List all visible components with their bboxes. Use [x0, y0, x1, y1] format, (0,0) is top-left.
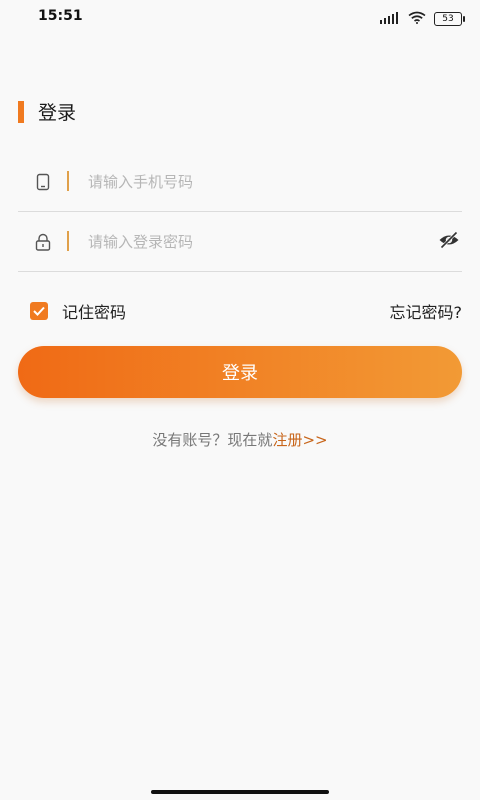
title-accent-bar — [18, 100, 24, 123]
phone-icon — [34, 173, 52, 191]
phone-input[interactable] — [86, 165, 420, 199]
password-field — [18, 211, 462, 272]
login-button[interactable]: 登录 — [18, 346, 462, 398]
home-indicator — [151, 790, 329, 794]
password-input[interactable] — [86, 225, 420, 259]
eye-off-icon[interactable] — [438, 231, 460, 249]
status-bar: 15:51 53 — [0, 0, 480, 34]
forgot-password-link[interactable]: 忘记密码? — [390, 299, 463, 323]
remember-checkbox[interactable] — [30, 302, 48, 320]
page-header: 登录 — [18, 98, 76, 125]
register-prompt-text: 没有账号？现在就 — [152, 431, 273, 449]
status-time: 15:51 — [38, 8, 83, 24]
check-icon — [33, 306, 45, 316]
page-title: 登录 — [38, 102, 77, 124]
battery-icon: 53 — [434, 11, 465, 26]
phone-field — [18, 151, 462, 212]
wifi-icon — [408, 9, 426, 28]
register-link[interactable]: 注册>> — [272, 431, 327, 449]
status-icons: 53 — [380, 9, 465, 28]
phone-field-separator — [67, 171, 69, 191]
remember-label: 记住密码 — [62, 303, 127, 322]
lock-icon — [34, 233, 52, 251]
signal-icon — [380, 9, 400, 28]
remember-password-toggle[interactable]: 记住密码 — [30, 299, 126, 323]
password-field-separator — [67, 231, 69, 251]
register-prompt: 没有账号？现在就注册>> — [0, 429, 480, 450]
